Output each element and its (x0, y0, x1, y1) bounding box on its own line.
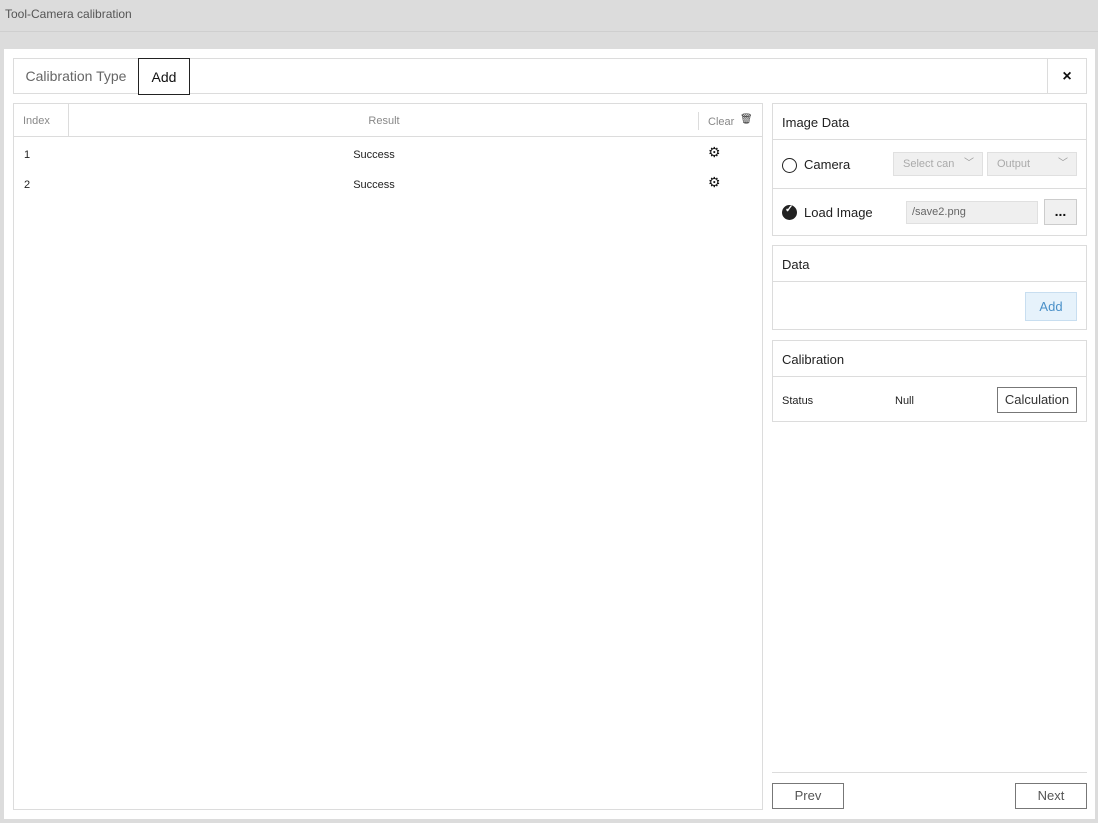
image-data-card: Image Data Camera Select can ﹀ Output ﹀ … (772, 103, 1087, 236)
tab-bar: Calibration Type Add × (13, 58, 1087, 95)
status-value: Null (895, 395, 914, 407)
calculation-button[interactable]: Calculation (997, 387, 1077, 413)
close-icon[interactable]: × (1047, 59, 1086, 93)
camera-radio[interactable] (782, 158, 797, 173)
table-header: Index Result Clear 🗑 (14, 104, 762, 137)
gear-icon[interactable]: ⚙ (708, 144, 721, 161)
browse-button[interactable]: ... (1044, 199, 1077, 225)
load-image-row: Load Image /save2.png ... (773, 190, 1086, 235)
camera-row: Camera Select can ﹀ Output ﹀ (773, 141, 1086, 189)
camera-select[interactable]: Select can ﹀ (893, 152, 983, 176)
results-table: Index Result Clear 🗑 1 Success ⚙ 2 Succe… (13, 103, 763, 810)
table-row[interactable]: 1 Success ⚙ (14, 140, 762, 170)
clear-label: Clear (708, 116, 735, 128)
header-result: Result (368, 115, 400, 127)
data-card: Data Add (772, 245, 1087, 330)
load-image-radio[interactable] (782, 204, 797, 220)
add-data-button[interactable]: Add (1025, 292, 1077, 321)
image-data-title: Image Data (773, 104, 1086, 140)
status-label: Status (782, 395, 814, 407)
image-path-input[interactable]: /save2.png (906, 201, 1038, 224)
data-title: Data (773, 246, 1086, 282)
camera-label: Camera (804, 157, 851, 172)
row-result: Success (353, 149, 395, 161)
row-index: 1 (24, 149, 31, 161)
row-result: Success (353, 179, 395, 191)
clear-button[interactable]: Clear 🗑 (698, 112, 762, 130)
calibration-window: Calibration Type Add × Index Result Clea… (4, 49, 1095, 819)
chevron-down-icon: ﹀ (1058, 158, 1068, 169)
window-title: Tool-Camera calibration (5, 7, 132, 21)
header-index: Index (14, 104, 69, 136)
calibration-card: Calibration Status Null Calculation (772, 340, 1087, 422)
chevron-down-icon: ﹀ (964, 158, 974, 169)
footer-divider (772, 772, 1087, 773)
load-image-label: Load Image (804, 205, 873, 220)
prev-button[interactable]: Prev (772, 783, 844, 809)
gear-icon[interactable]: ⚙ (708, 174, 721, 191)
calibration-title: Calibration (773, 341, 1086, 377)
table-row[interactable]: 2 Success ⚙ (14, 170, 762, 200)
camera-select-value: Select can (903, 158, 955, 170)
title-bar: Tool-Camera calibration (0, 0, 1098, 32)
output-select-value: Output (997, 158, 1031, 170)
tab-add[interactable]: Add (138, 58, 190, 95)
tab-calibration-type[interactable]: Calibration Type (14, 59, 138, 93)
trash-icon[interactable]: 🗑 (740, 110, 753, 130)
output-select[interactable]: Output ﹀ (987, 152, 1077, 176)
row-index: 2 (24, 179, 31, 191)
next-button[interactable]: Next (1015, 783, 1087, 809)
